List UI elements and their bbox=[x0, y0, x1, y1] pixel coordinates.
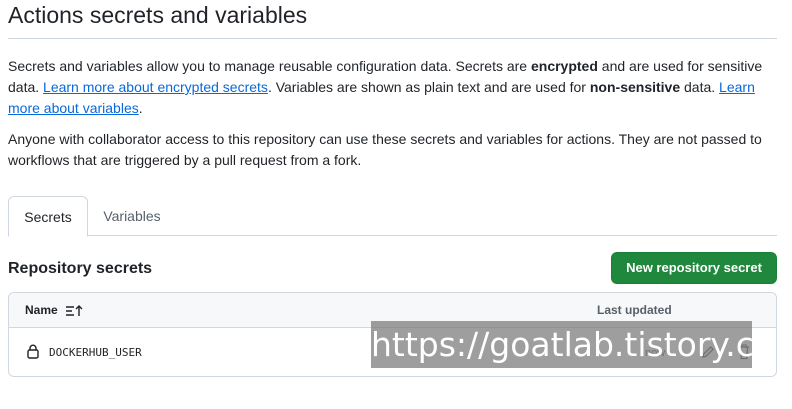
title-divider bbox=[8, 38, 777, 39]
new-repository-secret-button[interactable]: New repository secret bbox=[611, 252, 777, 284]
secret-name: DOCKERHUB_USER bbox=[49, 346, 142, 359]
watermark-text: https://goatlab.tistory.com bbox=[371, 325, 792, 364]
page-title: Actions secrets and variables bbox=[8, 2, 308, 28]
tab-bar: Secrets Variables bbox=[8, 196, 777, 237]
intro-nonsensitive: non-sensitive bbox=[589, 79, 681, 95]
tab-variables[interactable]: Variables bbox=[92, 196, 172, 236]
intro-text-4: data. bbox=[680, 79, 720, 95]
link-encrypted-secrets[interactable]: Learn more about encrypted secrets bbox=[43, 79, 268, 95]
lock-icon bbox=[27, 344, 39, 359]
intro-text-3: . Variables are shown as plain text and … bbox=[267, 79, 590, 95]
watermark: https://goatlab.tistory.com bbox=[371, 321, 792, 368]
sort-ascending-icon[interactable] bbox=[65, 304, 83, 318]
intro-text-5: . bbox=[138, 100, 143, 116]
intro-paragraph: Secrets and variables allow you to manag… bbox=[8, 56, 778, 119]
column-name-header[interactable]: Name bbox=[25, 293, 58, 328]
access-note: Anyone with collaborator access to this … bbox=[8, 131, 762, 168]
intro-text-1: Secrets and variables allow you to manag… bbox=[8, 58, 531, 74]
tab-secrets[interactable]: Secrets bbox=[8, 196, 88, 237]
intro-encrypted: encrypted bbox=[530, 58, 598, 74]
section-title: Repository secrets bbox=[8, 260, 153, 277]
